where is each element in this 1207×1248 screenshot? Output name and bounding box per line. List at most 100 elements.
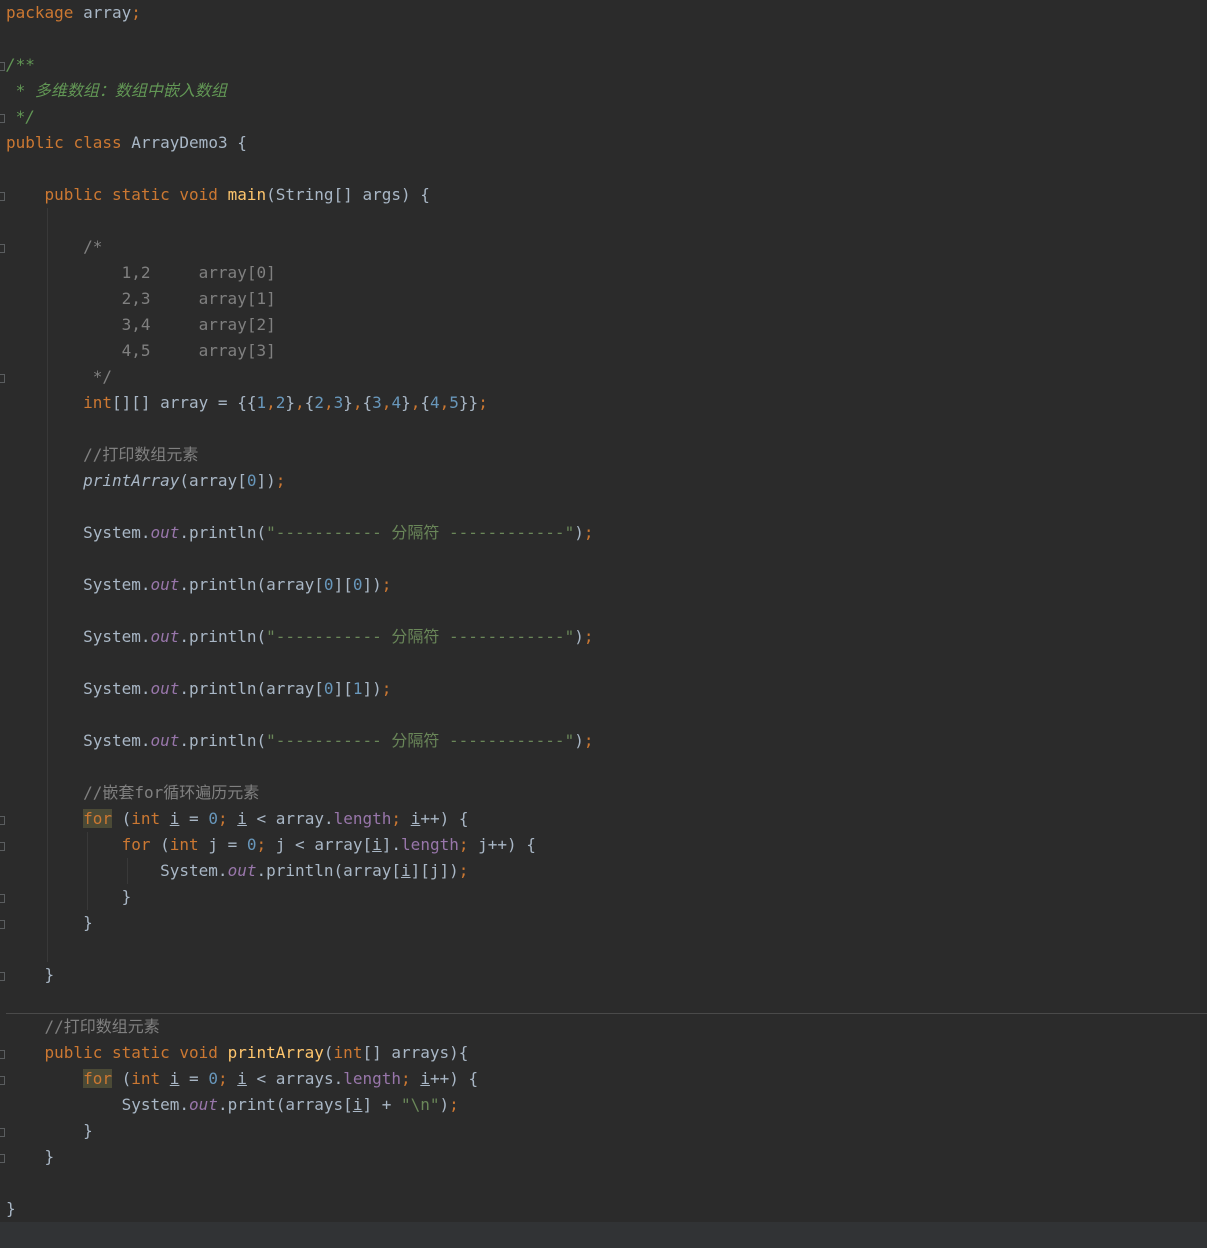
keyword-int: int — [83, 393, 112, 412]
static-field-out: out — [227, 861, 257, 880]
block-comment-text: 4,5 array[3] — [83, 341, 276, 360]
variable-array: array — [343, 861, 392, 880]
code-editor[interactable]: package array; /** * 多维数组：数组中嵌入数组 */ pub… — [0, 0, 1207, 1222]
code-line-inner-println: System.out.println(array[i][j]); — [160, 861, 469, 880]
fold-icon[interactable] — [0, 1050, 5, 1059]
fold-icon[interactable] — [0, 920, 5, 929]
method-separator — [6, 1013, 1207, 1014]
number-literal: 0 — [208, 1069, 218, 1088]
semicolon: ; — [217, 809, 228, 828]
variable-j: j — [208, 835, 218, 854]
static-field-out: out — [150, 523, 180, 542]
semicolon: ; — [217, 1069, 228, 1088]
code-line-close-brace: } — [6, 884, 132, 910]
println-call: .println( — [256, 861, 344, 880]
doc-comment-open: /** — [6, 55, 35, 74]
fold-icon[interactable] — [0, 1154, 5, 1163]
string-literal: "----------- 分隔符 ------------" — [266, 731, 575, 750]
number-literal: 0 — [246, 471, 257, 490]
keyword-void: void — [179, 185, 218, 204]
code-line-print-array-for: for (int i = 0; i < arrays.length; i++) … — [83, 1069, 479, 1088]
fold-icon[interactable] — [0, 972, 5, 981]
code-line-inner-for: for (int j = 0; j < array[i].length; j++… — [121, 835, 536, 854]
fold-icon[interactable] — [0, 894, 5, 903]
number-literal: 0 — [323, 679, 334, 698]
doc-comment-text: * 多维数组：数组中嵌入数组 — [6, 81, 227, 100]
block-comment-line: 3,4 array[2] — [6, 312, 276, 338]
block-comment-line: 1,2 array[0] — [6, 260, 276, 286]
code-line-print-call: System.out.print(arrays[i] + "\n"); — [121, 1095, 459, 1114]
code-line-println-element: System.out.println(array[0][0]); — [83, 575, 392, 594]
number-literal: 0 — [323, 575, 334, 594]
field-length: length — [401, 835, 459, 854]
main-params: (String[] args) { — [266, 185, 430, 204]
fold-icon[interactable] — [0, 62, 5, 71]
keyword-for: for — [83, 1069, 112, 1088]
system-ref: System. — [83, 627, 151, 646]
fold-icon[interactable] — [0, 192, 5, 201]
semicolon: ; — [583, 627, 594, 646]
call-args: (array[ — [179, 471, 247, 490]
number-literal: 0 — [208, 809, 218, 828]
code-line-close-brace: } — [6, 1144, 55, 1170]
code-line-array-decl: int[][] array = {{1,2},{2,3},{3,4},{4,5}… — [83, 393, 488, 412]
number-literal: 2 — [314, 393, 324, 412]
method-name-main: main — [227, 185, 267, 204]
static-field-out: out — [189, 1095, 218, 1114]
system-ref: System. — [121, 1095, 190, 1114]
param-arrays: arrays — [391, 1043, 450, 1062]
fold-icon[interactable] — [0, 374, 5, 383]
close-brace: } — [44, 1147, 55, 1166]
fold-icon[interactable] — [0, 816, 5, 825]
code-line-main-decl: public static void main(String[] args) { — [6, 182, 430, 208]
semicolon: ; — [256, 835, 267, 854]
array-decl: [][] array = {{ — [111, 393, 257, 412]
semicolon: ; — [381, 679, 392, 698]
println-call: .println( — [179, 679, 267, 698]
semicolon: ; — [458, 861, 469, 880]
fold-icon[interactable] — [0, 1076, 5, 1085]
code-line-outer-for: for (int i = 0; i < array.length; i++) { — [83, 809, 469, 828]
close-brace: } — [6, 1199, 16, 1218]
semicolon: ; — [275, 471, 286, 490]
keyword-package: package — [6, 3, 74, 22]
semicolon: ; — [131, 3, 141, 22]
system-ref: System. — [83, 679, 151, 698]
semicolon: ; — [583, 523, 594, 542]
number-literal: 1 — [256, 393, 267, 412]
println-call: .println( — [179, 627, 267, 646]
semicolon: ; — [449, 1095, 459, 1114]
fold-icon[interactable] — [0, 1128, 5, 1137]
keyword-void: void — [179, 1043, 218, 1062]
field-length: length — [333, 809, 392, 828]
number-literal: 1 — [352, 679, 363, 698]
code-line-println-separator: System.out.println("----------- 分隔符 ----… — [83, 731, 594, 750]
doc-comment-close: */ — [6, 107, 35, 126]
number-literal: 4 — [391, 393, 402, 412]
code-line-class-decl: public class ArrayDemo3 { — [6, 133, 247, 152]
number-literal: 5 — [449, 393, 459, 412]
variable-i: i — [352, 1095, 363, 1114]
print-call: .print( — [217, 1095, 286, 1114]
semicolon: ; — [391, 809, 402, 828]
static-field-out: out — [150, 731, 180, 750]
fold-icon[interactable] — [0, 244, 5, 253]
semicolon: ; — [401, 1069, 411, 1088]
code-line-print-array-call: printArray(array[0]); — [83, 471, 286, 490]
code-line-class-close: } — [6, 1196, 16, 1222]
fold-icon[interactable] — [0, 114, 5, 123]
variable-i: i — [169, 809, 180, 828]
keyword-int: int — [333, 1043, 363, 1062]
line-comment: //打印数组元素 — [6, 1014, 160, 1040]
close-brace: } — [44, 965, 55, 984]
code-line-package: package array; — [6, 0, 141, 26]
variable-array: array — [266, 679, 315, 698]
method-name-print-array: printArray — [227, 1043, 324, 1062]
number-literal: 2 — [275, 393, 286, 412]
fold-icon[interactable] — [0, 842, 5, 851]
number-literal: 3 — [333, 393, 344, 412]
package-name: array — [73, 3, 132, 22]
block-comment-text: 2,3 array[1] — [83, 289, 276, 308]
keyword-for: for — [83, 809, 112, 828]
semicolon: ; — [583, 731, 594, 750]
